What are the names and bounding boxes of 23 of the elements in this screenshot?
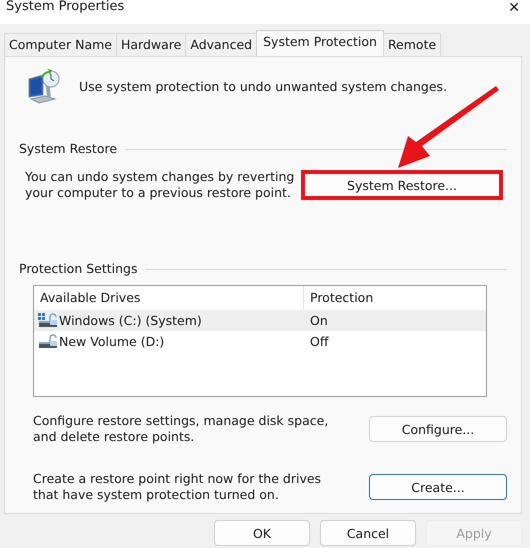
tab[interactable]: Remote (382, 33, 442, 56)
action-description: Configure restore settings, manage disk space, and delete restore points. (33, 413, 330, 445)
drive-name: New Volume (D:) (59, 334, 164, 350)
tab[interactable]: Computer Name (4, 33, 117, 56)
drive-row[interactable]: Windows (C:) (System) On (34, 310, 486, 331)
group-heading: System Restore (19, 141, 118, 157)
group-heading: Protection Settings (19, 261, 138, 277)
drive-name: Windows (C:) (System) (59, 312, 202, 328)
action-button[interactable]: Create... (369, 474, 507, 500)
action-button[interactable]: Configure... (369, 416, 507, 442)
system-restore-button[interactable]: System Restore... (301, 170, 503, 200)
column-header: Protection (309, 290, 374, 306)
close-button[interactable]: ✕ (506, 0, 522, 16)
protection-status: On (309, 312, 328, 328)
intro-text: Use system protection to undo unwanted system changes. (79, 79, 448, 95)
restore-description: You can undo system changes by reverting your computer to a previous restore point. (25, 169, 295, 201)
window-title: System Properties (6, 0, 124, 14)
dialog-button[interactable]: OK (214, 520, 310, 546)
dialog-button[interactable]: Cancel (320, 520, 416, 546)
protection-status: Off (309, 334, 328, 350)
tab[interactable]: System Protection (256, 30, 384, 56)
action-description: Create a restore point right now for the drives that have system protection turned on. (33, 471, 322, 503)
drive-row[interactable]: New Volume (D:) Off (34, 331, 486, 352)
